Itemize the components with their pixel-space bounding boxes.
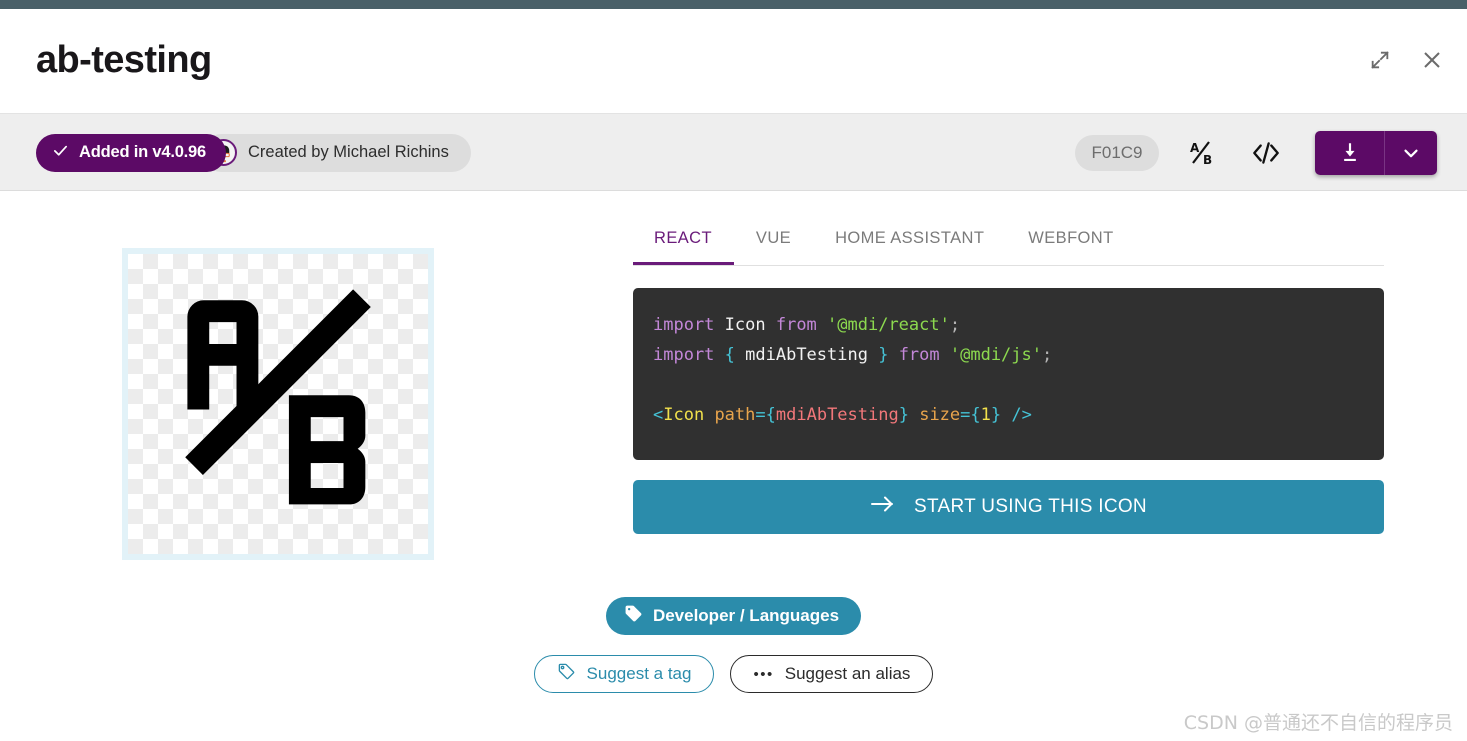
- window-controls: [1367, 47, 1445, 73]
- code-brace: }: [990, 405, 1002, 425]
- version-badge: Added in v4.0.96: [36, 133, 227, 172]
- code-punctuation: ;: [1042, 345, 1053, 365]
- code-angle: />: [1001, 405, 1032, 425]
- tag-developer-languages[interactable]: Developer / Languages: [605, 597, 862, 635]
- code-panel: REACT VUE HOME ASSISTANT WEBFONT import …: [633, 212, 1384, 534]
- code-variable: mdiAbTesting: [775, 405, 899, 425]
- expand-icon[interactable]: [1367, 47, 1393, 73]
- meta-toolbar: Added in v4.0.96 Created by Michael Rich…: [0, 114, 1467, 191]
- download-options-chevron-down-icon[interactable]: [1385, 130, 1437, 175]
- code-equals: =: [960, 405, 971, 425]
- author-badge-label: Created by Michael Richins: [248, 143, 449, 161]
- code-keyword: import: [653, 315, 715, 335]
- tab-vue-label: VUE: [755, 228, 792, 247]
- tab-react[interactable]: REACT: [633, 211, 734, 265]
- svg-text:A: A: [1190, 141, 1200, 155]
- code-equals: =: [755, 405, 766, 425]
- code-brace: }: [867, 345, 899, 365]
- close-icon[interactable]: [1419, 47, 1445, 73]
- tab-home-assistant[interactable]: HOME ASSISTANT: [813, 211, 1006, 265]
- download-split-button: [1315, 130, 1437, 175]
- code-brace: {: [765, 405, 776, 425]
- arrow-right-icon: [870, 494, 896, 520]
- code-attribute: size: [908, 405, 961, 425]
- tag-developer-languages-label: Developer / Languages: [652, 606, 840, 625]
- dots-icon: •••: [753, 665, 774, 683]
- code-string: '@mdi/react': [816, 315, 950, 335]
- code-identifier: Icon: [714, 315, 776, 335]
- code-snippet[interactable]: import Icon from '@mdi/react'; import { …: [633, 288, 1384, 460]
- top-accent-strip: [0, 0, 1467, 9]
- code-angle: <: [653, 405, 664, 425]
- code-brace: {: [714, 345, 746, 365]
- hex-code-chip[interactable]: F01C9: [1075, 134, 1159, 171]
- dialog-header: ab-testing: [0, 9, 1467, 114]
- tag-row-suggestions: Suggest a tag ••• Suggest an alias: [533, 655, 934, 693]
- suggest-an-alias-label: Suggest an alias: [784, 664, 911, 683]
- code-punctuation: ;: [949, 315, 961, 335]
- start-using-icon-label: START USING THIS ICON: [914, 496, 1147, 517]
- dialog-body: REACT VUE HOME ASSISTANT WEBFONT import …: [0, 192, 1467, 741]
- ab-testing-icon: [181, 289, 371, 505]
- code-string: '@mdi/js': [939, 345, 1042, 365]
- tag-filled-icon: [624, 604, 643, 628]
- tags-section: Developer / Languages Suggest a tag ••• …: [0, 597, 1467, 693]
- version-badge-label: Added in v4.0.96: [79, 143, 207, 161]
- checkerboard-background: [128, 254, 428, 554]
- svg-text:B: B: [1203, 153, 1212, 167]
- code-brace: {: [970, 405, 981, 425]
- code-keyword: import: [653, 345, 715, 365]
- code-attribute: path: [704, 405, 756, 425]
- check-icon: [52, 142, 69, 164]
- download-button[interactable]: [1315, 130, 1385, 175]
- icon-preview: [122, 248, 434, 560]
- start-using-icon-button[interactable]: START USING THIS ICON: [633, 480, 1384, 534]
- code-number: 1: [980, 405, 991, 425]
- tab-home-assistant-label: HOME ASSISTANT: [835, 228, 985, 247]
- code-tag: Icon: [663, 405, 705, 425]
- toolbar-actions: F01C9 A B: [1075, 114, 1437, 191]
- author-badge[interactable]: Created by Michael Richins: [202, 133, 471, 172]
- tab-webfont-label: WEBFONT: [1028, 228, 1114, 247]
- watermark: CSDN @普通还不自信的程序员: [1183, 712, 1453, 734]
- code-brace: }: [898, 405, 909, 425]
- code-identifier: mdiAbTesting: [745, 345, 868, 365]
- suggest-an-alias-button[interactable]: ••• Suggest an alias: [730, 655, 934, 693]
- page-title: ab-testing: [36, 39, 212, 81]
- suggest-a-tag-label: Suggest a tag: [586, 664, 692, 683]
- meta-badges: Added in v4.0.96 Created by Michael Rich…: [36, 114, 471, 191]
- code-brackets-icon[interactable]: [1245, 132, 1287, 174]
- tag-row-primary: Developer / Languages: [605, 597, 862, 635]
- code-keyword: from: [775, 315, 817, 335]
- tab-webfont[interactable]: WEBFONT: [1006, 211, 1135, 265]
- tab-react-label: REACT: [654, 228, 712, 247]
- ab-alias-icon[interactable]: A B: [1181, 132, 1223, 174]
- tab-vue[interactable]: VUE: [734, 211, 813, 265]
- tag-outline-icon: [557, 662, 576, 686]
- suggest-a-tag-button[interactable]: Suggest a tag: [533, 655, 715, 693]
- framework-tabs: REACT VUE HOME ASSISTANT WEBFONT: [633, 212, 1384, 266]
- icon-detail-dialog: ab-testing Added in v4.0.96 Created by M…: [0, 0, 1467, 741]
- code-keyword: from: [898, 345, 940, 365]
